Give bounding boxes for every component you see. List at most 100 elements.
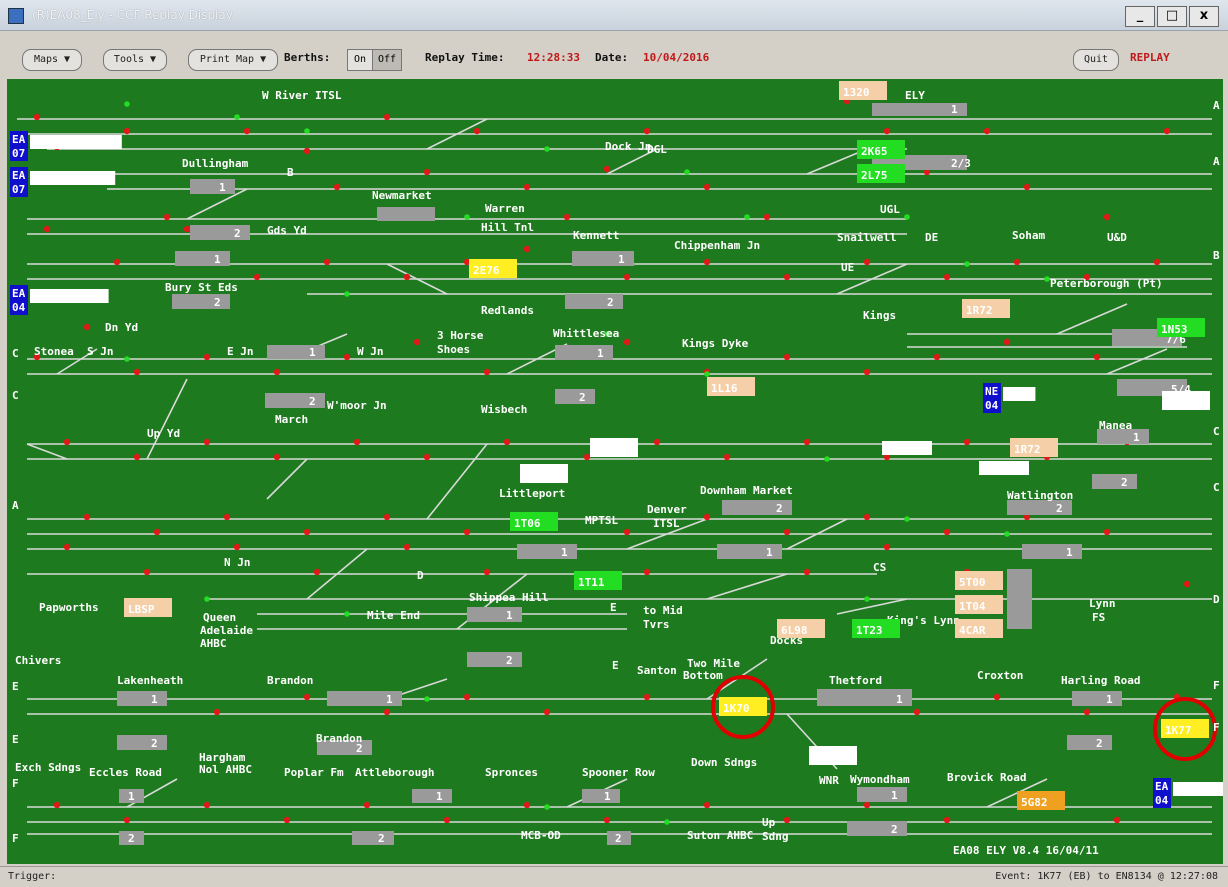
entry-letter-c: C xyxy=(1213,481,1220,494)
place-label-w-jn: W Jn xyxy=(357,345,384,358)
title-bar: (R)EA08_Ely - CCF Replay Display _ □ x xyxy=(0,0,1228,31)
signal-red xyxy=(863,368,871,376)
berth-plate-number: 1 xyxy=(891,789,898,802)
place-label-itsl: ITSL xyxy=(653,517,680,530)
route-light-green xyxy=(684,169,690,175)
train-berth-1k77: 1K77 xyxy=(1161,719,1209,738)
place-label-spronces: Spronces xyxy=(485,766,538,779)
route-light-green xyxy=(234,114,240,120)
train-berth-id: 1K77 xyxy=(1165,724,1192,737)
train-berth-2l75: 2L75 xyxy=(857,164,905,183)
berth-plate-number: 2 xyxy=(309,395,316,408)
signal-red xyxy=(203,438,211,446)
train-berth-poss: POSS xyxy=(590,438,638,457)
route-light-green xyxy=(704,371,710,377)
close-button[interactable]: x xyxy=(1189,6,1219,27)
train-berth-1r72: 1R72 xyxy=(962,299,1010,318)
berth-plate-number: 1 xyxy=(618,253,625,266)
signal-red xyxy=(423,168,431,176)
place-label-up-yd: Up Yd xyxy=(147,427,180,440)
signal-red xyxy=(273,453,281,461)
berths-on-button[interactable]: On xyxy=(347,49,373,71)
quit-button[interactable]: Quit xyxy=(1073,49,1119,71)
place-label-downham-market: Downham Market xyxy=(700,484,793,497)
entry-letter-a: A xyxy=(1213,99,1220,112)
signal-red xyxy=(583,453,591,461)
link-label: to Cambridge xyxy=(33,172,113,185)
train-berth-id: 1S16 xyxy=(1166,396,1193,409)
signal-red xyxy=(943,273,951,281)
place-label-whittlesea: Whittlesea xyxy=(553,327,619,340)
entry-letter-c: C xyxy=(12,347,19,360)
signal-red xyxy=(143,568,151,576)
replay-indicator: REPLAY xyxy=(1130,51,1170,64)
entry-letter-b: B xyxy=(287,166,294,179)
entry-letter-f: F xyxy=(1213,721,1220,734)
signal-red xyxy=(883,543,891,551)
entry-letter-e: E xyxy=(12,680,19,693)
train-berth-id: POSS xyxy=(594,443,621,456)
maps-menu-button[interactable]: Maps ▼ xyxy=(22,49,82,71)
route-light-green xyxy=(864,596,870,602)
berth-plate xyxy=(1007,569,1032,629)
signal-red xyxy=(163,213,171,221)
place-label-lynn: Lynn xyxy=(1089,597,1116,610)
signal-red xyxy=(53,801,61,809)
signal-red xyxy=(1163,127,1171,135)
signal-red xyxy=(303,528,311,536)
train-berth-poss: POSS xyxy=(520,464,568,483)
berth-plate xyxy=(1072,691,1122,706)
place-label-ue: UE xyxy=(841,261,854,274)
maximize-button[interactable]: □ xyxy=(1157,6,1187,27)
train-berth-id: POSS xyxy=(524,469,551,482)
signal-red xyxy=(523,183,531,191)
berth-plate-number: 2 xyxy=(378,832,385,845)
route-light-green xyxy=(344,291,350,297)
signal-red xyxy=(343,353,351,361)
berth-plate-number: 2 xyxy=(151,737,158,750)
date-value: 10/04/2016 xyxy=(643,51,710,64)
signal-red xyxy=(703,258,711,266)
place-label-brandon: Brandon xyxy=(316,732,362,745)
signalling-diagram: 1 1 2 1 1 2 2 2/3 1 1 2 2 7/6 5/4 1 2 2 2 1 1 1 1 2 1 1 2 2 1 1 2 1 2 1 2… xyxy=(7,79,1223,864)
train-berth-1n53: 1N53 xyxy=(1157,318,1205,337)
minimize-button[interactable]: _ xyxy=(1125,6,1155,27)
place-label-wymondham: Wymondham xyxy=(850,773,910,786)
place-label-peterborough-pt: Peterborough (Pt) xyxy=(1050,277,1163,290)
berth-plate-number: 1 xyxy=(896,693,903,706)
entry-letter-d: D xyxy=(1213,593,1220,606)
berth-plate-number: 1 xyxy=(561,546,568,559)
entry-letter-e: E xyxy=(610,601,617,614)
status-bar: Trigger: Event: 1K77 (EB) to EN8134 @ 12… xyxy=(0,866,1228,887)
train-berth-1t23: 1T23 xyxy=(852,619,900,638)
place-label-down-sdngs: Down Sdngs xyxy=(691,756,757,769)
place-label-harling-road: Harling Road xyxy=(1061,674,1140,687)
tools-menu-button[interactable]: Tools ▼ xyxy=(103,49,167,71)
place-label-hill-tnl: Hill Tnl xyxy=(481,221,534,234)
place-label-soham: Soham xyxy=(1012,229,1045,242)
entry-letter-c: C xyxy=(1213,425,1220,438)
train-berth-1320: 1320 xyxy=(839,81,887,100)
route-light-green xyxy=(544,804,550,810)
berth-plate xyxy=(572,251,634,266)
signal-red xyxy=(233,543,241,551)
place-label-redlands: Redlands xyxy=(481,304,534,317)
signal-red xyxy=(483,368,491,376)
signal-red xyxy=(703,183,711,191)
link-to-waterbeach: EA07 to Waterbeach xyxy=(10,131,122,161)
signal-red xyxy=(803,438,811,446)
signal-red xyxy=(1023,183,1031,191)
place-label-dullingham: Dullingham xyxy=(182,157,249,170)
signal-red xyxy=(323,258,331,266)
signal-red xyxy=(1083,708,1091,716)
place-label-dock-jn: Dock Jn xyxy=(605,140,651,153)
link-code-bottom: 04 xyxy=(985,399,999,412)
berth-plate xyxy=(1022,544,1082,559)
berths-off-button[interactable]: Off xyxy=(372,49,402,71)
print-map-menu-button[interactable]: Print Map ▼ xyxy=(188,49,278,71)
signal-red xyxy=(253,273,261,281)
signal-red xyxy=(83,323,91,331)
place-label-de: DE xyxy=(925,231,938,244)
signal-red xyxy=(883,127,891,135)
train-berth-id: 5G82 xyxy=(1021,796,1048,809)
